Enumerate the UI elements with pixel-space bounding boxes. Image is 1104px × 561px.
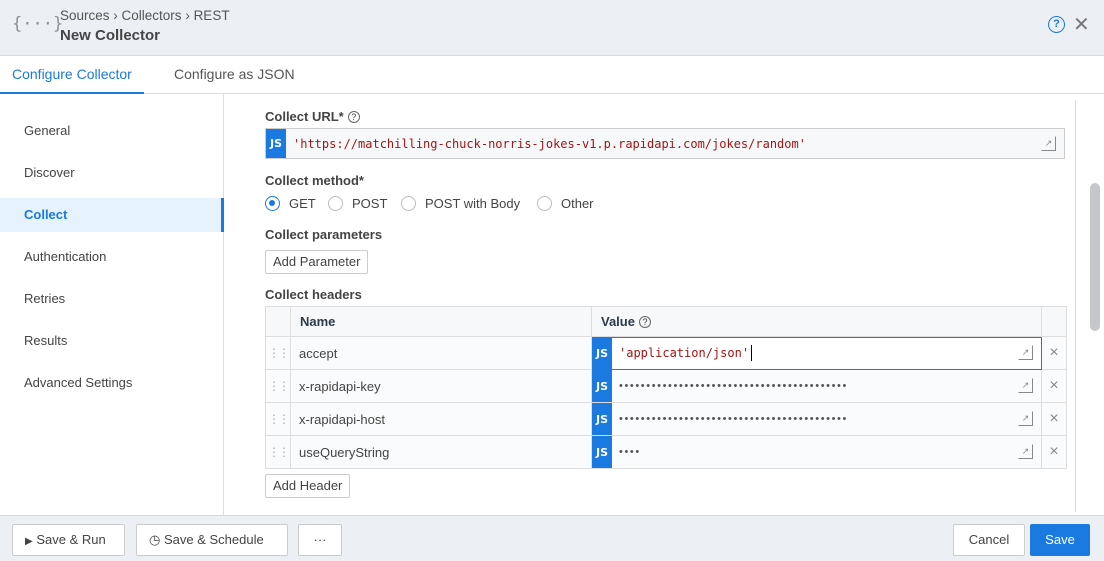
header: {···} Sources › Collectors › REST New Co… xyxy=(0,0,1104,56)
sidebar-item-retries[interactable]: Retries xyxy=(0,282,224,316)
expand-icon[interactable]: ↗ xyxy=(1041,135,1056,151)
expand-icon[interactable]: ↗ xyxy=(1018,378,1033,393)
sidebar-item-general[interactable]: General xyxy=(0,114,224,148)
remove-row-icon[interactable]: × xyxy=(1041,369,1067,403)
scrollbar[interactable] xyxy=(1090,183,1100,331)
header-value: ••••••••••••••••••••••••••••••••••••••••… xyxy=(619,413,848,425)
collect-url-label: Collect URL*? xyxy=(265,109,360,124)
radio-other[interactable]: Other xyxy=(537,196,594,211)
save-schedule-button[interactable]: ◷ Save & Schedule xyxy=(136,524,288,556)
footer: ▶ Save & Run ◷ Save & Schedule ··· Cance… xyxy=(0,515,1104,561)
add-parameter-button[interactable]: Add Parameter xyxy=(265,250,369,274)
header-value: •••• xyxy=(619,446,641,458)
save-run-button[interactable]: ▶ Save & Run xyxy=(12,524,125,556)
help-icon[interactable]: ? xyxy=(347,111,360,123)
help-icon[interactable]: ? xyxy=(638,316,651,328)
js-badge: JS xyxy=(592,337,612,369)
play-icon: ▶ xyxy=(25,536,33,547)
header-value: ••••••••••••••••••••••••••••••••••••••••… xyxy=(619,380,848,392)
collect-parameters-label: Collect parameters xyxy=(265,227,383,242)
header-name[interactable]: x-rapidapi-host xyxy=(290,402,592,436)
sidebar-item-discover[interactable]: Discover xyxy=(0,156,224,190)
header-value-input[interactable]: JS ••••••••••••••••••••••••••••••••••••••… xyxy=(591,402,1042,436)
table-row: ⋮⋮ accept JS 'application/json' ↗ × xyxy=(265,336,1067,370)
expand-icon[interactable]: ↗ xyxy=(1018,345,1033,360)
headers-table: Name Value? ⋮⋮ accept JS 'application/jso… xyxy=(265,306,1067,469)
breadcrumb-collectors[interactable]: Collectors xyxy=(122,8,182,23)
js-badge: JS xyxy=(266,129,286,158)
save-button[interactable]: Save xyxy=(1030,524,1090,556)
more-button[interactable]: ··· xyxy=(298,524,342,556)
add-header-button[interactable]: Add Header xyxy=(265,474,351,498)
expand-icon[interactable]: ↗ xyxy=(1018,411,1033,426)
radio-post[interactable]: POST xyxy=(328,196,387,211)
js-badge: JS xyxy=(592,370,612,402)
tab-configure-collector[interactable]: Configure Collector xyxy=(0,56,144,94)
drag-handle-icon[interactable]: ⋮⋮ xyxy=(265,369,291,403)
table-row: ⋮⋮ useQueryString JS •••• ↗ × xyxy=(265,435,1067,469)
collect-method-label: Collect method* xyxy=(265,173,364,188)
collect-headers-label: Collect headers xyxy=(265,287,362,302)
drag-handle-icon[interactable]: ⋮⋮ xyxy=(265,435,291,469)
breadcrumb-sources[interactable]: Sources xyxy=(60,8,110,23)
breadcrumb-rest: REST xyxy=(193,8,230,23)
radio-post-with-body[interactable]: POST with Body xyxy=(401,196,520,211)
header-value: 'application/json' xyxy=(619,346,750,360)
tab-configure-as-json[interactable]: Configure as JSON xyxy=(162,56,307,94)
header-name[interactable]: useQueryString xyxy=(290,435,592,469)
drag-handle-icon[interactable]: ⋮⋮ xyxy=(265,402,291,436)
sidebar-item-advanced-settings[interactable]: Advanced Settings xyxy=(0,366,224,400)
help-icon[interactable]: ? xyxy=(1048,16,1065,33)
panel-divider xyxy=(1075,100,1076,512)
collect-url-input[interactable]: JS 'https://matchilling-chuck-norris-jok… xyxy=(265,128,1065,159)
header-value-input[interactable]: JS •••• ↗ xyxy=(591,435,1042,469)
expand-icon[interactable]: ↗ xyxy=(1018,444,1033,459)
table-row: ⋮⋮ x-rapidapi-host JS •••••••••••••••••••… xyxy=(265,402,1067,436)
column-header-value: Value? xyxy=(591,306,1042,337)
collect-url-value: 'https://matchilling-chuck-norris-jokes-… xyxy=(293,136,806,151)
header-value-input[interactable]: JS 'application/json' ↗ xyxy=(591,336,1042,370)
cancel-button[interactable]: Cancel xyxy=(953,524,1025,556)
tab-bar: Configure Collector Configure as JSON xyxy=(0,56,1104,94)
js-badge: JS xyxy=(592,436,612,468)
collector-logo-icon: {···} xyxy=(12,14,64,34)
sidebar-item-collect[interactable]: Collect xyxy=(0,198,224,232)
drag-handle-icon[interactable]: ⋮⋮ xyxy=(265,336,291,370)
remove-row-icon[interactable]: × xyxy=(1041,336,1067,370)
clock-icon: ◷ xyxy=(149,532,161,547)
remove-row-icon[interactable]: × xyxy=(1041,402,1067,436)
radio-get[interactable]: GET xyxy=(265,196,316,211)
close-icon[interactable]: ✕ xyxy=(1073,12,1090,37)
breadcrumb: Sources › Collectors › REST xyxy=(60,8,230,23)
header-name[interactable]: x-rapidapi-key xyxy=(290,369,592,403)
sidebar: General Discover Collect Authentication … xyxy=(0,94,224,515)
sidebar-item-results[interactable]: Results xyxy=(0,324,224,358)
sidebar-item-authentication[interactable]: Authentication xyxy=(0,240,224,274)
remove-row-icon[interactable]: × xyxy=(1041,435,1067,469)
header-value-input[interactable]: JS ••••••••••••••••••••••••••••••••••••••… xyxy=(591,369,1042,403)
header-name[interactable]: accept xyxy=(290,336,592,370)
js-badge: JS xyxy=(592,403,612,435)
page-title: New Collector xyxy=(60,27,161,44)
table-row: ⋮⋮ x-rapidapi-key JS ••••••••••••••••••••… xyxy=(265,369,1067,403)
column-header-name: Name xyxy=(290,306,592,337)
